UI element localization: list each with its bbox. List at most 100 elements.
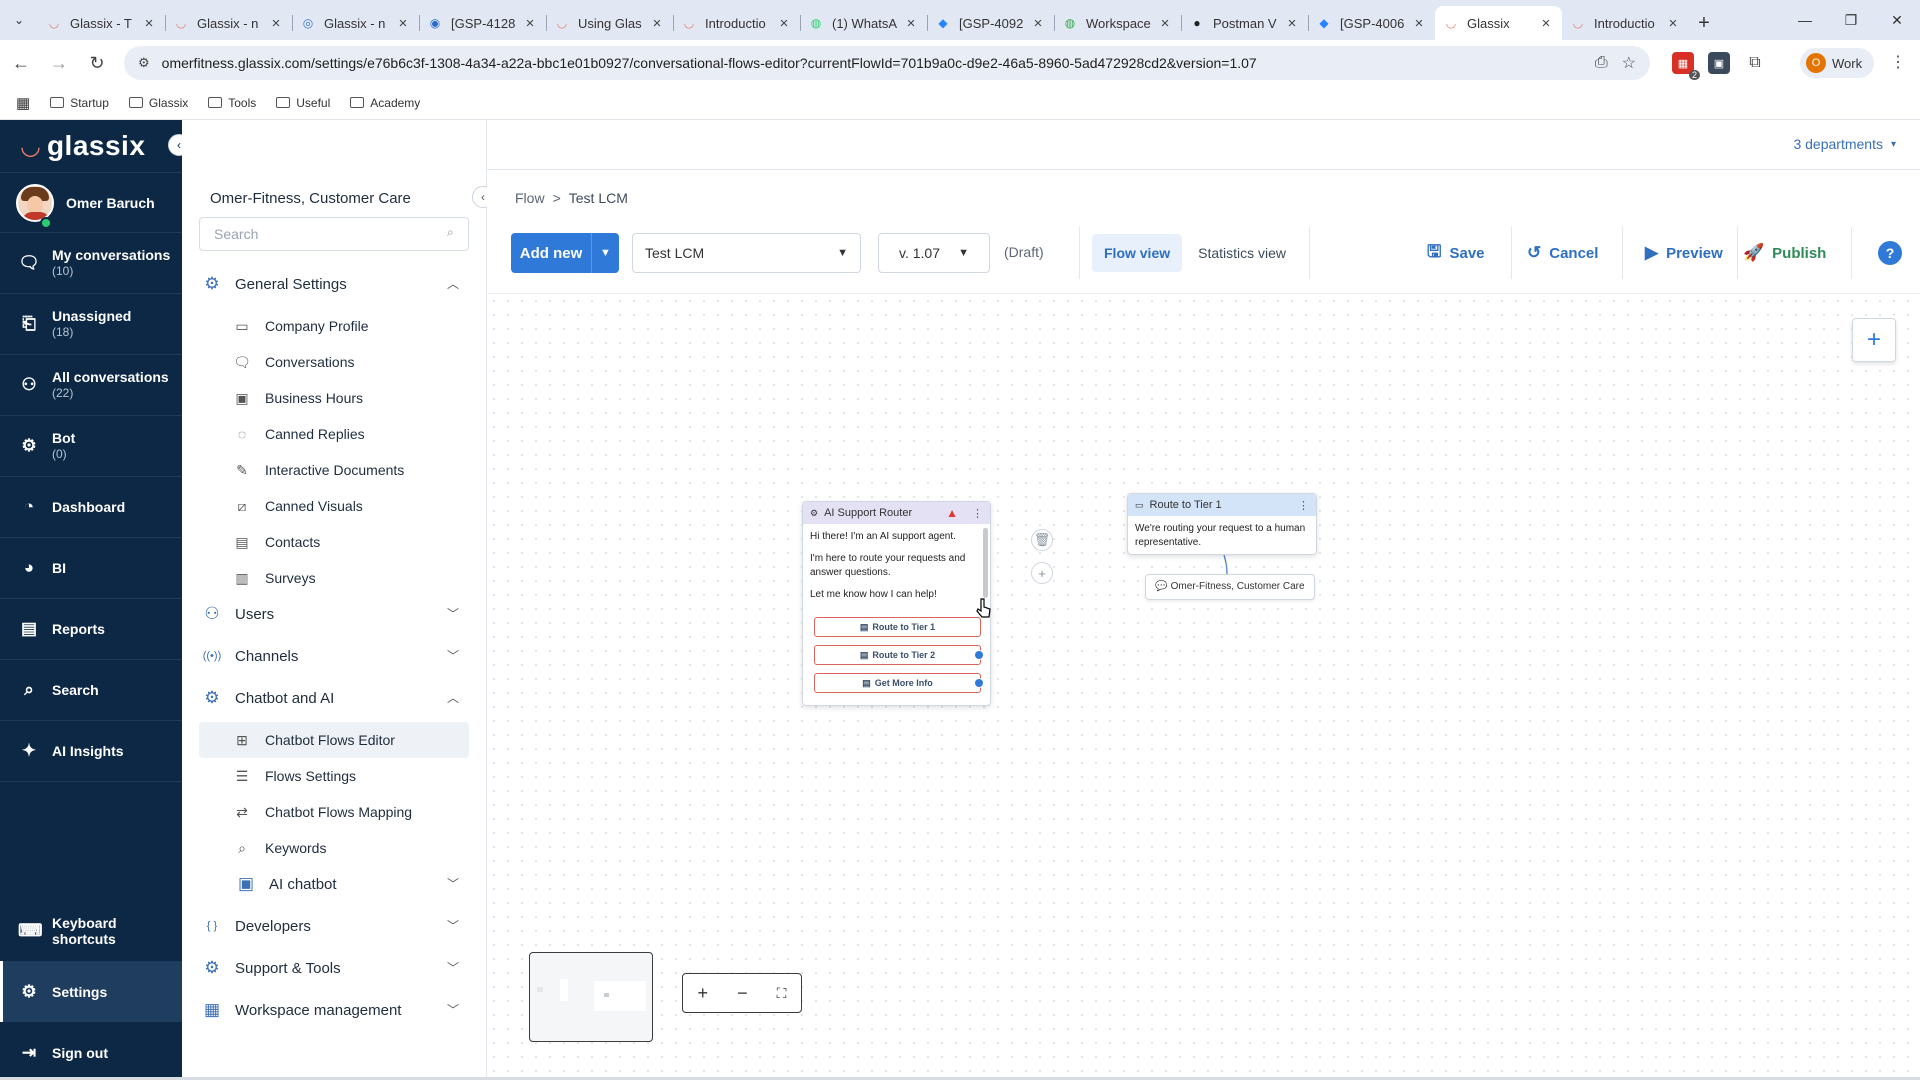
browser-tab[interactable]: ◍ Workspace × [1054,6,1181,40]
browser-tab[interactable]: ◡ Using Glas × [546,6,673,40]
settings-item-contacts[interactable]: ▤ Contacts [199,524,469,560]
settings-item-chatbot-flows-editor[interactable]: ⊞ Chatbot Flows Editor [199,722,469,758]
browser-tab[interactable]: ◆ [GSP-4092 × [927,6,1054,40]
cancel-button[interactable]: ↺ Cancel [1527,233,1598,273]
statistics-view-tab[interactable]: Statistics view [1186,234,1298,272]
breadcrumb-root[interactable]: Flow [515,190,545,206]
back-icon[interactable]: ← [4,46,38,80]
forward-icon[interactable]: → [42,46,76,80]
browser-tab[interactable]: ◡ Introductio × [1562,6,1689,40]
settings-group-users[interactable]: ⚇ Users ﹀ [199,596,469,632]
nav-item-bot[interactable]: ⚙ Bot (0) [0,416,182,477]
departments-dropdown[interactable]: 3 departments ▾ [1793,136,1896,152]
close-tab-icon[interactable]: × [649,15,665,32]
settings-group-developers[interactable]: { } Developers ﹀ [199,908,469,944]
chevron-down-icon[interactable]: ﹀ [447,605,459,622]
settings-group-workspace-management[interactable]: ▦ Workspace management ﹀ [199,992,469,1028]
quick-reply-route-tier-2[interactable]: ▤ Route to Tier 2 [814,645,981,665]
reload-icon[interactable]: ↻ [80,46,114,80]
settings-item-company-profile[interactable]: ▭ Company Profile [199,308,469,344]
flow-view-tab[interactable]: Flow view [1092,234,1183,272]
apps-grid-icon[interactable]: ▦ [16,94,30,112]
output-handle[interactable] [974,678,984,688]
close-window-icon[interactable]: ✕ [1874,12,1920,29]
output-handle[interactable] [974,650,984,660]
settings-item-business-hours[interactable]: ▣ Business Hours [199,380,469,416]
nav-item-settings[interactable]: ⚙ Settings [0,961,182,1022]
nav-item-all-conversations[interactable]: ⚇ All conversations (22) [0,355,182,416]
chevron-up-icon[interactable]: ︿ [447,689,459,706]
close-tab-icon[interactable]: × [522,15,538,32]
chevron-down-icon[interactable]: ﹀ [447,959,459,976]
settings-item-surveys[interactable]: ▥ Surveys [199,560,469,596]
node-menu-icon[interactable]: ⋮ [972,507,983,520]
preview-button[interactable]: ▶ Preview [1645,233,1723,273]
close-tab-icon[interactable]: × [1030,15,1046,32]
node-scrollbar[interactable] [983,528,988,598]
settings-item-canned-replies[interactable]: ◌ Canned Replies [199,416,469,452]
browser-tab[interactable]: ◍ (1) WhatsA × [800,6,927,40]
add-new-caret-icon[interactable]: ▼ [591,233,619,273]
profile-chip[interactable]: O Work [1800,48,1874,78]
bookmark-folder[interactable]: Useful [276,96,330,110]
browser-tab[interactable]: ● Postman V × [1181,6,1308,40]
browser-tab[interactable]: ◡ Glassix - n × [165,6,292,40]
extension-grid-icon[interactable]: ▣ [1708,52,1730,74]
nav-item-dashboard[interactable]: ◔ Dashboard [0,477,182,538]
trash-icon[interactable]: 🗑 [1031,529,1053,551]
settings-item-conversations[interactable]: 🗨 Conversations [199,344,469,380]
chevron-down-icon[interactable]: ﹀ [447,917,459,934]
browser-tab[interactable]: ◆ [GSP-4006 × [1308,6,1435,40]
nav-item-bi[interactable]: ◕ BI [0,538,182,599]
nav-item-sign-out[interactable]: ⇥ Sign out [0,1022,182,1080]
bookmark-folder[interactable]: Startup [50,96,109,110]
close-tab-icon[interactable]: × [1157,15,1173,32]
install-app-icon[interactable]: ⎙ [1595,54,1608,72]
extensions-puzzle-icon[interactable]: ⧉ [1744,52,1766,74]
bookmark-folder[interactable]: Glassix [128,96,188,110]
bookmark-folder[interactable]: Tools [208,96,256,110]
new-tab-button[interactable]: + [1689,6,1719,40]
close-tab-icon[interactable]: × [776,15,792,32]
browser-tab[interactable]: ◡ Glassix - T × [38,6,165,40]
save-button[interactable]: 🖫 Save [1427,233,1485,273]
chevron-down-icon[interactable]: ﹀ [447,875,459,892]
settings-group-general-settings[interactable]: ⚙ General Settings ︿ [199,266,469,302]
chevron-down-icon[interactable]: ﹀ [447,1001,459,1018]
settings-item-flows-settings[interactable]: ☰ Flows Settings [199,758,469,794]
url-text[interactable]: omerfitness.glassix.com/settings/e76b6c3… [162,55,1257,71]
route-to-tier-1-node[interactable]: ▭ Route to Tier 1 ⋮ We're routing your r… [1127,493,1317,555]
extension-red-icon[interactable]: ▦ 2 [1672,52,1700,80]
close-tab-icon[interactable]: × [141,15,157,32]
close-tab-icon[interactable]: × [1665,15,1681,32]
browser-tab[interactable]: ◉ [GSP-4128 × [419,6,546,40]
url-omnibox[interactable]: ⚙ omerfitness.glassix.com/settings/e76b6… [124,46,1650,80]
ai-support-router-node[interactable]: ⚙ AI Support Router ▲ ⋮ Hi there! I'm an… [802,501,991,706]
plus-circle-icon[interactable]: + [1031,562,1053,584]
publish-button[interactable]: 🚀 Publish [1743,233,1826,273]
close-tab-icon[interactable]: × [268,15,284,32]
flow-canvas[interactable]: + ⚙ AI Support Router ▲ ⋮ Hi there! I'm … [487,293,1920,1080]
nav-item-ai-insights[interactable]: ✦ AI Insights [0,721,182,782]
close-tab-icon[interactable]: × [1411,15,1427,32]
close-tab-icon[interactable]: × [1538,15,1554,32]
nav-item-unassigned[interactable]: ⎗ Unassigned (18) [0,294,182,355]
quick-reply-route-tier-1[interactable]: ▤ Route to Tier 1 [814,617,981,637]
add-new-button[interactable]: Add new ▼ [511,233,619,273]
flow-minimap[interactable] [529,952,653,1042]
restore-icon[interactable]: ❐ [1828,12,1874,29]
nav-item-search[interactable]: ⌕ Search [0,660,182,721]
browser-tab[interactable]: ◎ Glassix - n × [292,6,419,40]
settings-item-interactive-documents[interactable]: ✎ Interactive Documents [199,452,469,488]
settings-item-canned-visuals[interactable]: ⧄ Canned Visuals [199,488,469,524]
tab-search-chevron-icon[interactable]: ⌄ [0,0,38,40]
settings-group-channels[interactable]: ((•)) Channels ﹀ [199,638,469,674]
close-tab-icon[interactable]: × [903,15,919,32]
close-tab-icon[interactable]: × [1284,15,1300,32]
help-button[interactable]: ? [1878,241,1902,265]
browser-tab[interactable]: ◡ Glassix × [1435,6,1562,40]
user-profile[interactable]: Omer Baruch [0,172,182,233]
department-node[interactable]: 💬 Omer-Fitness, Customer Care [1145,574,1315,600]
zoom-out-icon[interactable]: − [737,983,748,1004]
settings-item-chatbot-flows-mapping[interactable]: ⇄ Chatbot Flows Mapping [199,794,469,830]
